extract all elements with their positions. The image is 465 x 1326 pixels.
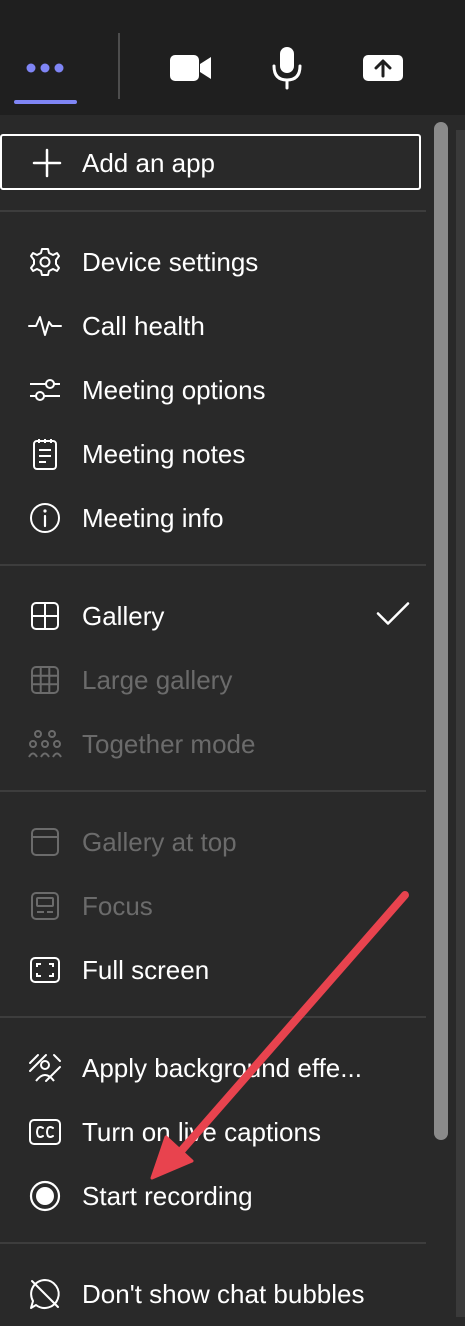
menu-item-background-effects[interactable]: Apply background effe... [0, 1036, 426, 1100]
gallery-top-icon [27, 824, 63, 860]
gallery-grid-icon [27, 598, 63, 634]
menu-item-label: Call health [82, 310, 205, 341]
menu-item-start-recording[interactable]: Start recording [0, 1164, 426, 1228]
menu-item-call-health[interactable]: Call health [0, 294, 426, 358]
pulse-icon [27, 308, 63, 344]
microphone-button[interactable] [259, 40, 315, 96]
menu-item-device-settings[interactable]: Device settings [0, 230, 426, 294]
menu-item-label: Apply background effe... [82, 1052, 362, 1083]
scrollbar-thumb[interactable] [434, 122, 448, 1140]
menu-item-live-captions[interactable]: Turn on live captions [0, 1100, 426, 1164]
menu-item-full-screen[interactable]: Full screen [0, 938, 426, 1002]
gear-icon [27, 244, 63, 280]
menu-item-label: Don't show chat bubbles [82, 1278, 365, 1309]
add-app-button[interactable]: Add an app [0, 134, 421, 190]
camera-button[interactable] [163, 40, 219, 96]
background-effects-icon [27, 1050, 63, 1086]
window-edge [456, 130, 465, 1317]
menu-item-meeting-info[interactable]: Meeting info [0, 486, 426, 550]
menu-item-label: Meeting options [82, 374, 266, 405]
menu-item-label: Device settings [82, 246, 259, 277]
info-icon [27, 500, 63, 536]
menu-item-meeting-options[interactable]: Meeting options [0, 358, 426, 422]
large-gallery-icon [27, 662, 63, 698]
checkmark-icon [376, 601, 410, 632]
menu-item-label: Start recording [82, 1180, 253, 1211]
menu-item-chat-bubbles[interactable]: Don't show chat bubbles [0, 1262, 426, 1326]
menu-divider [0, 1242, 426, 1244]
toolbar-divider [118, 33, 120, 99]
active-indicator [14, 100, 77, 104]
menu-item-focus: Focus [0, 874, 426, 938]
more-horizontal-icon [26, 63, 64, 73]
meeting-toolbar [0, 0, 465, 115]
menu-item-gallery[interactable]: Gallery [0, 584, 426, 648]
menu-item-gallery-at-top: Gallery at top [0, 810, 426, 874]
more-actions-button[interactable] [17, 40, 73, 96]
full-screen-icon [27, 952, 63, 988]
focus-icon [27, 888, 63, 924]
record-icon [27, 1178, 63, 1214]
menu-item-label: Together mode [82, 728, 256, 759]
share-button[interactable] [355, 40, 411, 96]
together-mode-icon [27, 726, 63, 762]
menu-item-label: Meeting notes [82, 438, 246, 469]
plus-icon [29, 145, 65, 181]
menu-item-label: Full screen [82, 954, 210, 985]
microphone-icon [272, 47, 302, 90]
add-app-label: Add an app [82, 148, 216, 178]
menu-divider [0, 1016, 426, 1018]
notes-icon [27, 436, 63, 472]
menu-divider [0, 564, 426, 566]
menu-item-label: Gallery [82, 600, 165, 631]
menu-item-label: Gallery at top [82, 826, 237, 857]
menu-item-meeting-notes[interactable]: Meeting notes [0, 422, 426, 486]
chat-bubble-off-icon [27, 1276, 63, 1312]
menu-divider [0, 790, 426, 792]
menu-item-label: Focus [82, 890, 153, 921]
share-screen-icon [363, 55, 403, 81]
video-camera-icon [170, 55, 211, 81]
menu-item-large-gallery: Large gallery [0, 648, 426, 712]
menu-item-label: Turn on live captions [82, 1116, 321, 1147]
menu-item-together-mode: Together mode [0, 712, 426, 776]
menu-item-label: Large gallery [82, 664, 233, 695]
sliders-icon [27, 372, 63, 408]
menu-divider [0, 210, 426, 212]
closed-captions-icon [27, 1114, 63, 1150]
menu-item-label: Meeting info [82, 502, 224, 533]
